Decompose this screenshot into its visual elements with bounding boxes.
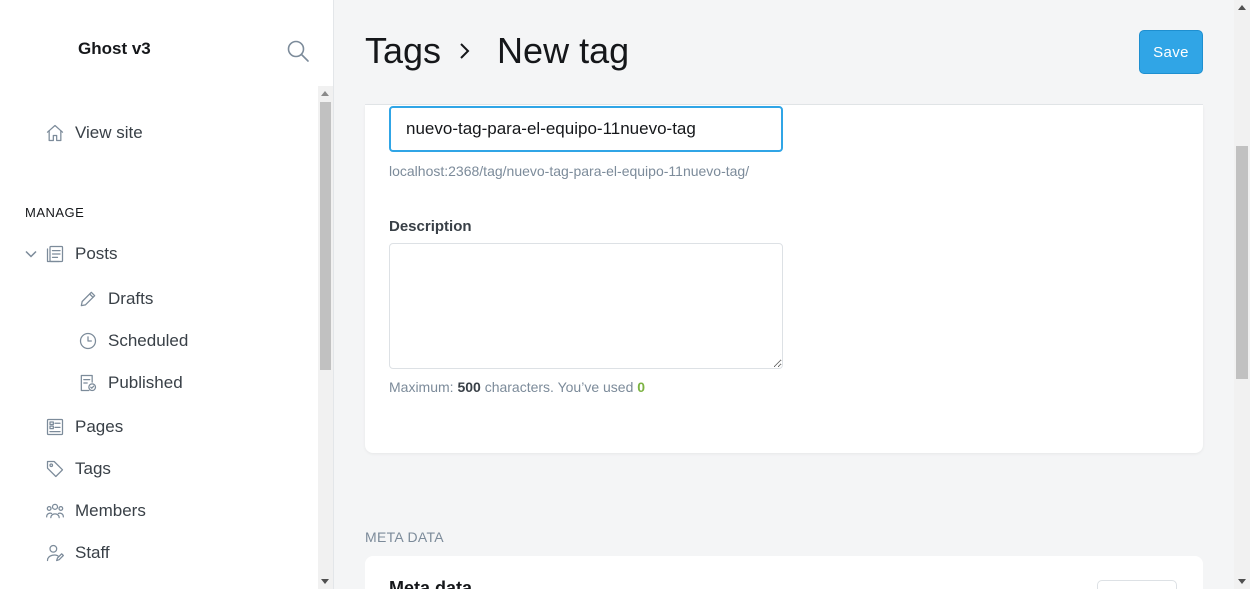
main-content: Tags New tag Save nuevo-tag-para-el-equi… [334,0,1234,589]
nav-scheduled[interactable]: Scheduled [77,330,188,352]
chevron-right-icon [455,38,481,64]
sidebar-scrollbar[interactable] [318,86,333,589]
scroll-down-arrow-icon[interactable] [321,579,329,584]
nav-pages[interactable]: Pages [44,416,123,438]
sidebar-nav: View site MANAGE Posts Drafts Scheduled [0,86,318,589]
slug-url-preview: localhost:2368/tag/nuevo-tag-para-el-equ… [389,163,750,179]
hint-used-count: 0 [637,379,646,395]
description-label: Description [389,218,472,235]
nav-published-label: Published [108,373,183,392]
staff-icon [44,542,66,564]
posts-icon [44,243,66,265]
nav-posts-label: Posts [75,244,118,263]
members-icon [44,500,66,522]
search-icon[interactable] [286,39,310,63]
slug-input[interactable]: nuevo-tag-para-el-equipo-11nuevo-tag [389,106,783,152]
page-scrollbar[interactable] [1234,0,1250,589]
meta-data-expand-button[interactable] [1097,580,1177,589]
page-scroll-up-arrow-icon[interactable] [1238,5,1246,10]
site-title[interactable]: Ghost v3 [78,39,151,59]
nav-tags-label: Tags [75,459,111,478]
nav-pages-label: Pages [75,417,124,436]
nav-drafts-label: Drafts [108,289,154,308]
nav-members[interactable]: Members [44,500,146,522]
sidebar: Ghost v3 View site MANAGE Posts Drafts S… [0,0,334,589]
nav-posts[interactable]: Posts [44,243,118,265]
description-hint: Maximum: 500 characters. You’ve used 0 [389,379,645,395]
nav-staff-label: Staff [75,543,110,562]
pencil-icon [77,288,99,310]
hint-prefix: Maximum: [389,379,458,395]
nav-scheduled-label: Scheduled [108,331,189,350]
section-manage: MANAGE [25,205,85,220]
nav-view-site[interactable]: View site [44,122,143,144]
scroll-up-arrow-icon[interactable] [321,91,329,96]
tag-settings-card: nuevo-tag-para-el-equipo-11nuevo-tag loc… [365,105,1203,453]
breadcrumb-tags-link[interactable]: Tags [365,30,441,72]
meta-data-card: Meta data [365,556,1203,589]
breadcrumb: Tags New tag [365,30,629,72]
nav-published[interactable]: Published [77,372,183,394]
published-icon [77,372,99,394]
chevron-down-icon[interactable] [24,247,38,261]
page-scrollbar-thumb[interactable] [1236,146,1248,379]
nav-tags[interactable]: Tags [44,458,111,480]
sidebar-scrollbar-thumb[interactable] [320,102,331,370]
meta-data-title: Meta data [389,578,473,589]
pages-icon [44,416,66,438]
nav-staff[interactable]: Staff [44,542,110,564]
hint-middle: characters. You’ve used [480,379,638,395]
nav-members-label: Members [75,501,146,520]
meta-data-section-label: META DATA [365,529,444,545]
page-scroll-down-arrow-icon[interactable] [1238,579,1246,584]
clock-icon [77,330,99,352]
nav-view-site-label: View site [75,123,143,142]
tag-icon [44,458,66,480]
home-icon [44,122,66,144]
nav-drafts[interactable]: Drafts [77,288,153,310]
save-button[interactable]: Save [1139,30,1203,74]
page-title: New tag [497,30,630,71]
hint-max: 500 [457,379,481,395]
description-textarea[interactable] [389,243,783,369]
